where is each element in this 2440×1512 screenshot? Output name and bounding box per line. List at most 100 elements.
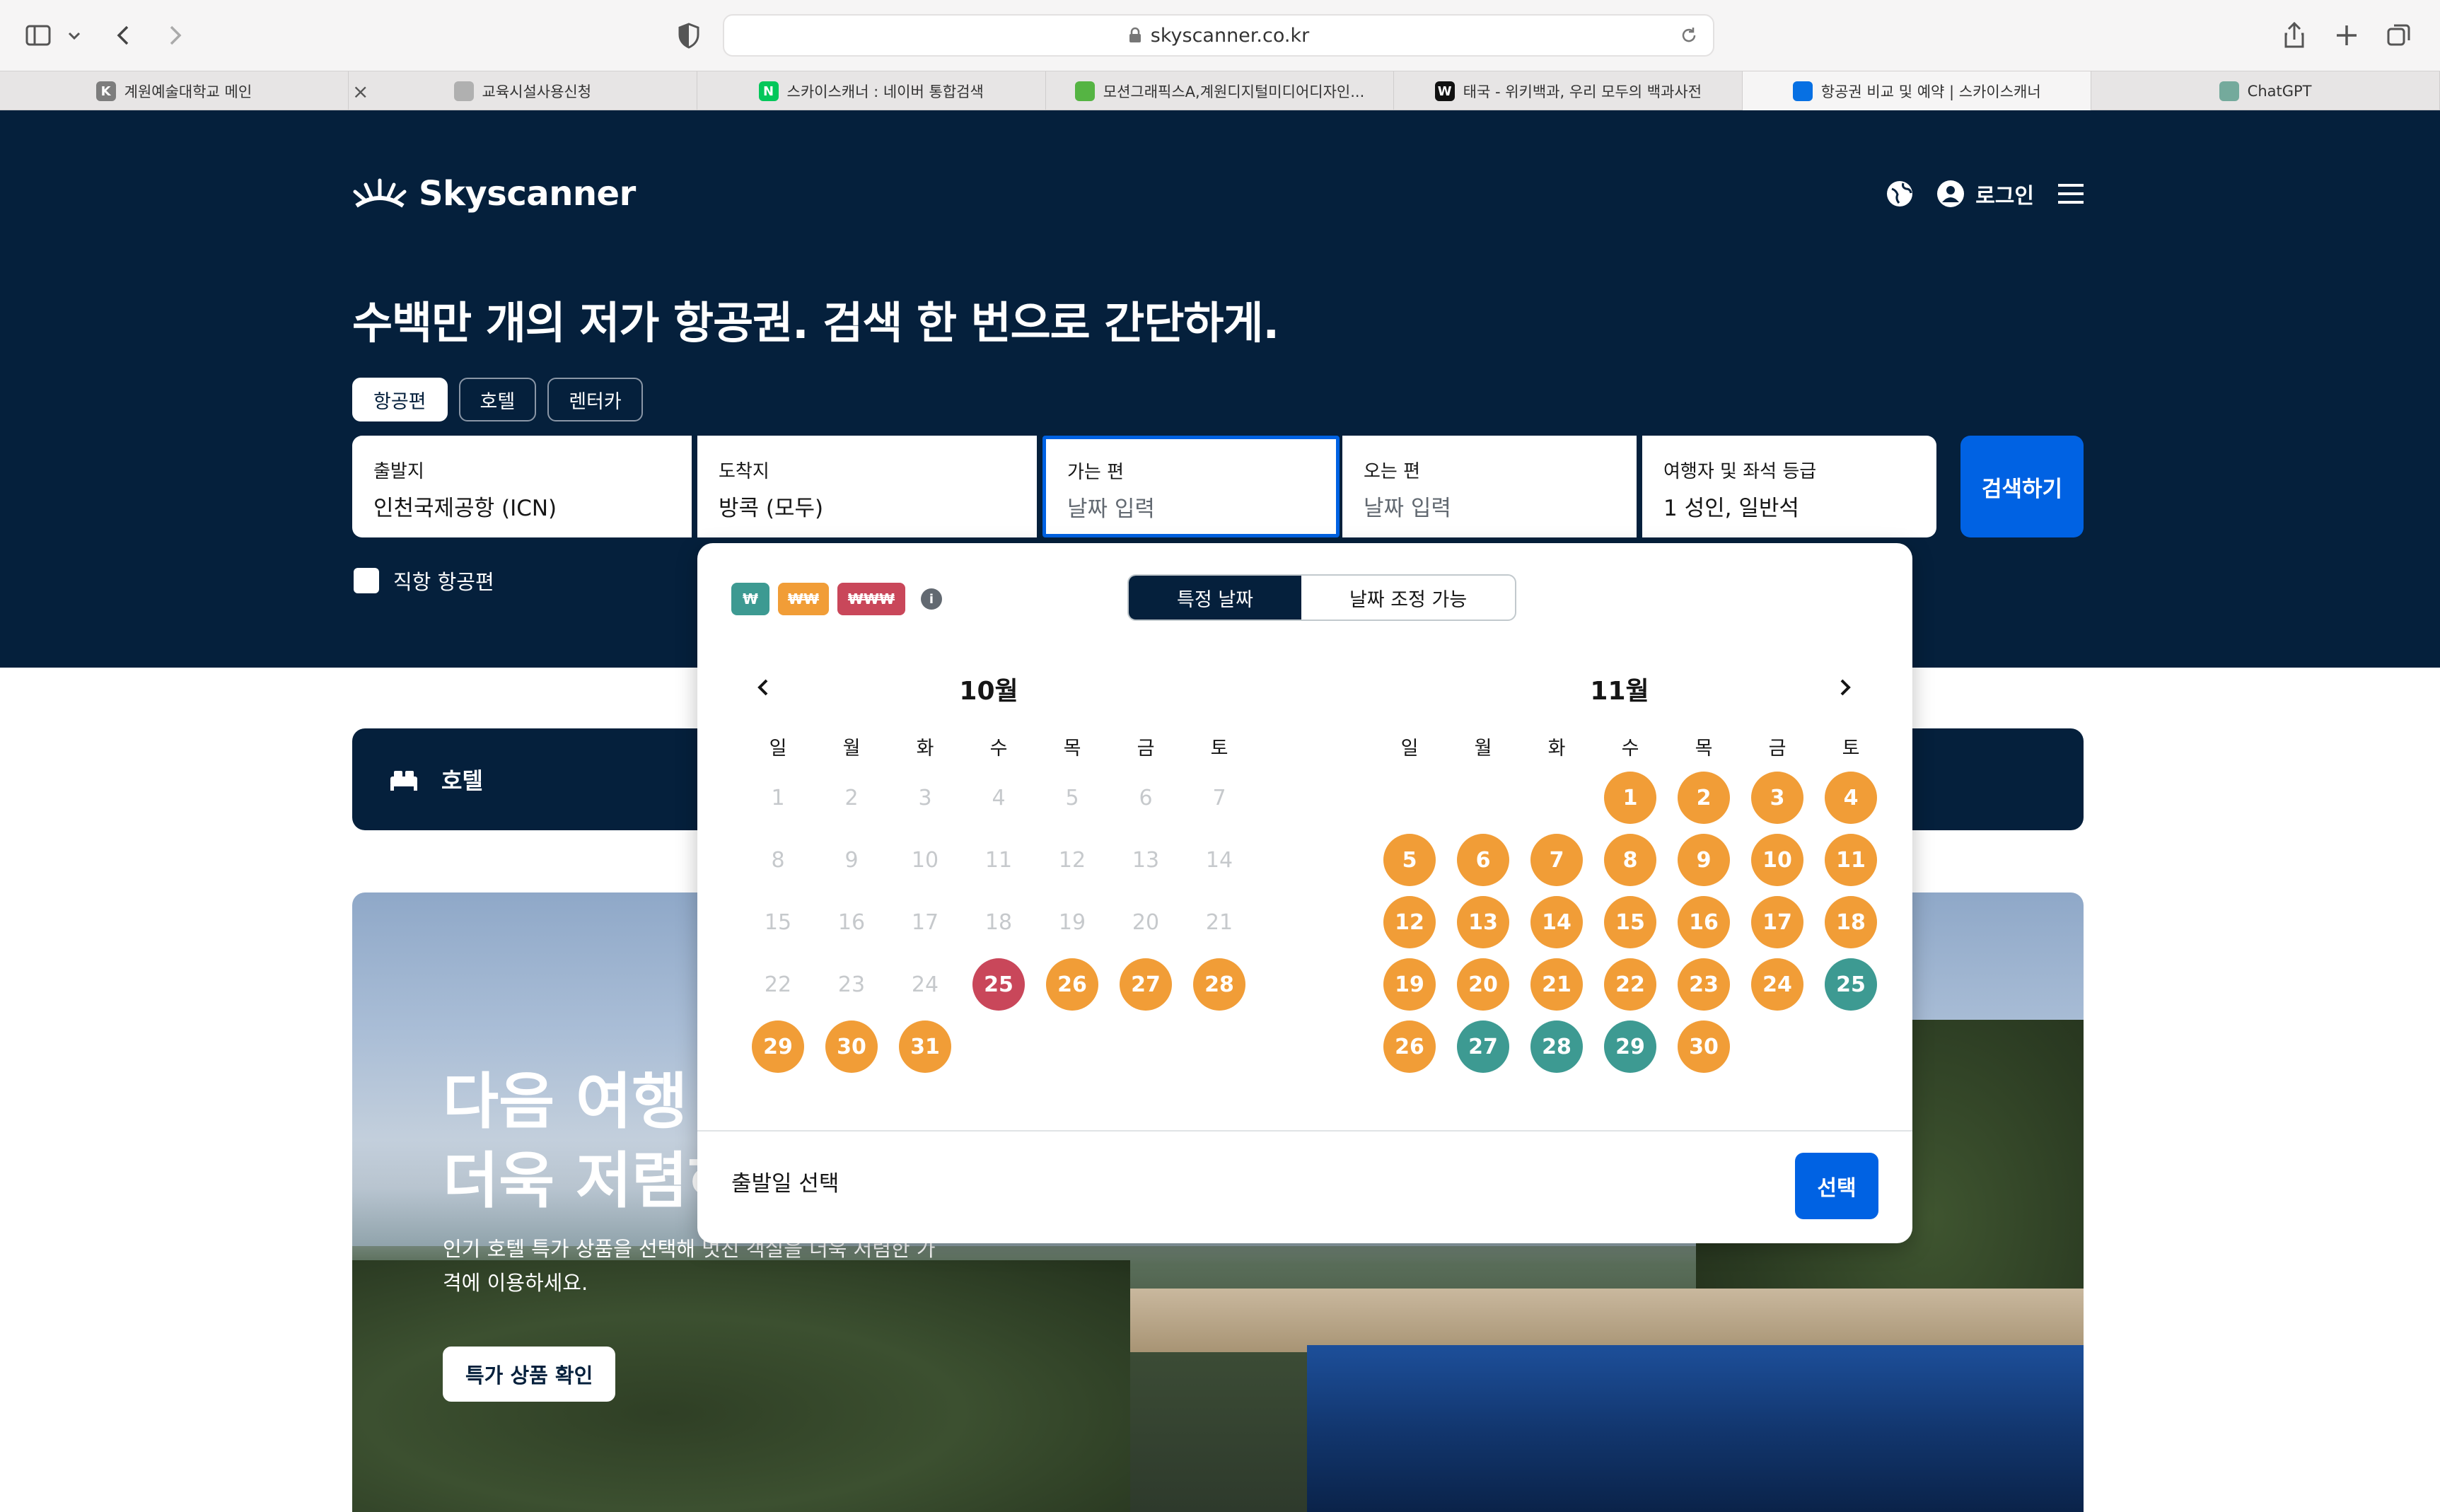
calendar-day[interactable]: 29 <box>1593 1016 1667 1078</box>
tab-overview-icon[interactable] <box>2382 18 2416 52</box>
promo-button[interactable]: 특가 상품 확인 <box>443 1347 616 1402</box>
tab-car-hire[interactable]: 렌터카 <box>547 378 643 421</box>
day-number: 19 <box>1058 909 1086 935</box>
calendar-day[interactable]: 19 <box>1373 953 1446 1016</box>
calendar-day[interactable]: 23 <box>1667 953 1741 1016</box>
day-number: 16 <box>1678 896 1730 948</box>
weekday-header: 일월화수목금토 <box>741 733 1257 767</box>
calendar-day[interactable]: 27 <box>1109 953 1183 1016</box>
address-bar[interactable]: skyscanner.co.kr <box>723 14 1714 57</box>
skyscanner-logo[interactable]: Skyscanner <box>352 174 636 214</box>
calendar-day[interactable]: 10 <box>1741 829 1814 891</box>
login-label: 로그인 <box>1975 184 2034 209</box>
login-button[interactable]: 로그인 <box>1936 178 2034 209</box>
tab-close-icon[interactable]: × <box>352 80 368 103</box>
day-number: 8 <box>771 847 785 873</box>
origin-field[interactable]: 출발지 인천국제공항 (ICN) <box>352 436 692 537</box>
chevron-down-icon[interactable] <box>64 18 85 52</box>
calendar-day[interactable]: 25 <box>1814 953 1888 1016</box>
day-number: 6 <box>1139 785 1153 810</box>
browser-tab[interactable]: ChatGPT <box>2091 71 2440 111</box>
day-number: 7 <box>1530 834 1583 886</box>
direct-flights-checkbox[interactable] <box>354 568 379 593</box>
calendar-day: 2 <box>815 767 888 829</box>
calendar-day[interactable]: 30 <box>815 1016 888 1078</box>
calendar-day[interactable]: 12 <box>1373 891 1446 953</box>
tab-flights[interactable]: 항공편 <box>352 378 448 421</box>
price-mid-chip: ₩₩ <box>778 583 829 615</box>
direct-flights-option[interactable]: 직항 항공편 <box>354 566 494 595</box>
calendar-day[interactable]: 20 <box>1446 953 1520 1016</box>
reload-icon[interactable] <box>1679 25 1699 45</box>
sidebar-toggle-icon[interactable] <box>21 18 55 52</box>
calendar-week: 1 2 3 4 5 6 7 <box>741 767 1257 829</box>
menu-icon[interactable] <box>2055 180 2086 208</box>
calendar-day[interactable]: 25 <box>962 953 1035 1016</box>
tab-hotels[interactable]: 호텔 <box>458 378 537 421</box>
browser-tab[interactable]: 항공권 비교 및 예약 | 스카이스캐너 <box>1743 71 2092 111</box>
calendar-day[interactable]: 5 <box>1373 829 1446 891</box>
tab-title: 계원예술대학교 메인 <box>124 83 252 100</box>
globe-icon[interactable] <box>1885 179 1915 209</box>
flexible-dates-option[interactable]: 날짜 조정 가능 <box>1301 576 1515 620</box>
calendar-empty-cell <box>1446 767 1520 829</box>
depart-date-field[interactable]: 가는 편 날짜 입력 <box>1042 436 1340 537</box>
calendar-day[interactable]: 11 <box>1814 829 1888 891</box>
calendar-day[interactable]: 17 <box>1741 891 1814 953</box>
day-number: 7 <box>1212 785 1226 810</box>
calendar-day[interactable]: 2 <box>1667 767 1741 829</box>
calendar-day[interactable]: 29 <box>741 1016 815 1078</box>
calendar-day[interactable]: 28 <box>1183 953 1256 1016</box>
day-number: 29 <box>1604 1020 1656 1073</box>
calendar-day[interactable]: 16 <box>1667 891 1741 953</box>
calendar-day[interactable]: 30 <box>1667 1016 1741 1078</box>
calendar-day: 9 <box>815 829 888 891</box>
calendar-day[interactable]: 26 <box>1373 1016 1446 1078</box>
browser-tab[interactable]: K 계원예술대학교 메인 <box>0 71 349 111</box>
search-button[interactable]: 검색하기 <box>1960 436 2084 537</box>
calendar-day[interactable]: 9 <box>1667 829 1741 891</box>
depart-label: 가는 편 <box>1067 462 1125 483</box>
share-icon[interactable] <box>2277 18 2311 52</box>
calendar-day[interactable]: 14 <box>1520 891 1593 953</box>
calendar-day[interactable]: 8 <box>1593 829 1667 891</box>
tab-favicon-icon: N <box>758 81 779 101</box>
calendar-day[interactable]: 28 <box>1520 1016 1593 1078</box>
select-button[interactable]: 선택 <box>1795 1153 1878 1219</box>
day-number <box>1751 1020 1803 1073</box>
day-number: 6 <box>1457 834 1509 886</box>
browser-tab[interactable]: W 태국 - 위키백과, 우리 모두의 백과사전 <box>1394 71 1743 111</box>
calendar-day[interactable]: 15 <box>1593 891 1667 953</box>
day-number: 2 <box>844 785 859 810</box>
info-icon[interactable]: i <box>921 588 942 610</box>
calendar-day[interactable]: 18 <box>1814 891 1888 953</box>
calendar-day[interactable]: 4 <box>1814 767 1888 829</box>
back-icon[interactable] <box>108 18 141 52</box>
day-number: 28 <box>1530 1020 1583 1073</box>
browser-tab[interactable]: 모션그래픽스A,계원디지털미디어디자인... <box>1046 71 1395 111</box>
calendar-day[interactable]: 26 <box>1035 953 1109 1016</box>
day-number: 3 <box>918 785 932 810</box>
forward-icon[interactable] <box>157 18 191 52</box>
calendar-day[interactable]: 3 <box>1741 767 1814 829</box>
day-number: 18 <box>1825 896 1877 948</box>
new-tab-icon[interactable] <box>2330 18 2364 52</box>
calendar-day[interactable]: 27 <box>1446 1016 1520 1078</box>
calendar-day[interactable]: 6 <box>1446 829 1520 891</box>
calendar-day[interactable]: 13 <box>1446 891 1520 953</box>
calendar-empty-cell <box>1183 1016 1256 1078</box>
calendar-day: 18 <box>962 891 1035 953</box>
privacy-shield-icon[interactable] <box>672 18 706 52</box>
specific-dates-option[interactable]: 특정 날짜 <box>1129 576 1301 620</box>
return-date-field[interactable]: 오는 편 날짜 입력 <box>1342 436 1637 537</box>
calendar-day[interactable]: 31 <box>888 1016 962 1078</box>
destination-field[interactable]: 도착지 방콕 (모두) <box>697 436 1037 537</box>
calendar-day[interactable]: 24 <box>1741 953 1814 1016</box>
browser-tab[interactable]: N 스카이스캐너 : 네이버 통합검색 <box>697 71 1046 111</box>
browser-tab[interactable]: 교육시설사용신청 <box>349 71 697 111</box>
calendar-day[interactable]: 21 <box>1520 953 1593 1016</box>
calendar-day[interactable]: 7 <box>1520 829 1593 891</box>
calendar-day[interactable]: 1 <box>1593 767 1667 829</box>
travelers-field[interactable]: 여행자 및 좌석 등급 1 성인, 일반석 <box>1642 436 1936 537</box>
calendar-day[interactable]: 22 <box>1593 953 1667 1016</box>
